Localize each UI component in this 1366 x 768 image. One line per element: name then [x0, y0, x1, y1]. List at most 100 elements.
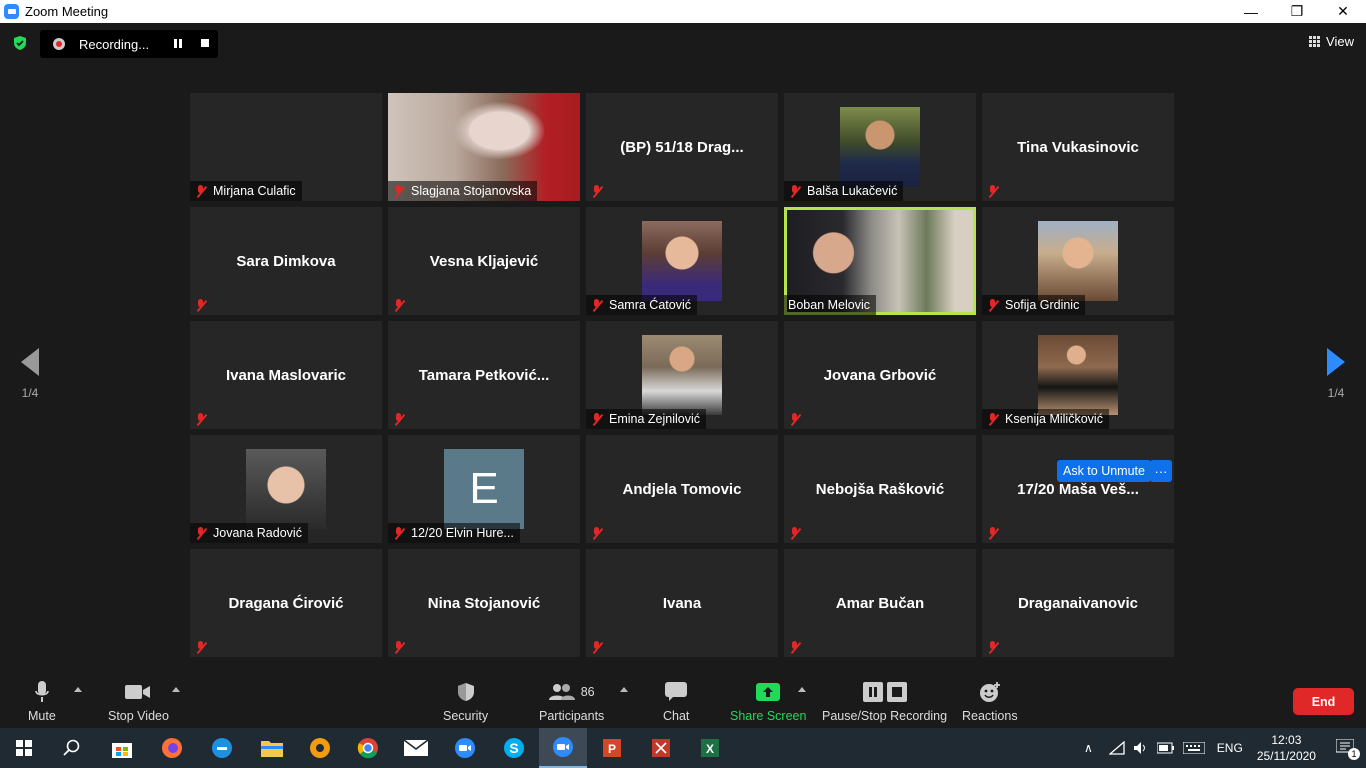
battery-icon[interactable] — [1156, 742, 1175, 754]
notifications-icon[interactable]: 1 — [1335, 738, 1360, 760]
participant-caption: Boban Melovic — [784, 295, 876, 315]
participant-tile[interactable]: Amar Bučan — [784, 549, 976, 657]
muted-microphone-icon — [590, 640, 604, 654]
participant-tile[interactable]: Ivana Maslovaric — [190, 321, 382, 429]
participant-caption: Jovana Radović — [190, 523, 308, 543]
ask-to-unmute-button[interactable]: Ask to Unmute — [1057, 460, 1151, 482]
stop-video-button[interactable]: Stop Video — [108, 681, 169, 723]
stop-recording-icon[interactable] — [201, 39, 209, 47]
participant-tile[interactable]: Boban Melovic — [784, 207, 976, 315]
participant-caption: Emina Zejnilović — [586, 409, 707, 429]
more-options-button[interactable]: ··· — [1150, 460, 1172, 482]
powerpoint-icon[interactable]: P — [588, 728, 636, 768]
share-options-caret[interactable] — [798, 687, 806, 692]
participant-tile[interactable]: Tamara Petković... — [388, 321, 580, 429]
muted-microphone-icon — [392, 526, 406, 540]
participant-caption: 12/20 Elvin Hure... — [388, 523, 520, 543]
participant-tile[interactable]: Andjela Tomovic — [586, 435, 778, 543]
participant-tile[interactable]: Mirjana Culafic — [190, 93, 382, 201]
share-screen-button[interactable]: Share Screen — [730, 681, 806, 723]
audio-options-caret[interactable] — [74, 687, 82, 692]
participant-tile[interactable]: E 12/20 Elvin Hure... — [388, 435, 580, 543]
participant-tile[interactable]: Sara Dimkova — [190, 207, 382, 315]
view-button[interactable]: View — [1309, 34, 1354, 49]
edge-icon[interactable] — [198, 728, 246, 768]
participant-tile[interactable]: Samra Ćatović — [586, 207, 778, 315]
next-page[interactable]: 1/4 — [1321, 348, 1351, 400]
participant-tile[interactable]: Vesna Kljajević — [388, 207, 580, 315]
participant-name: Ksenija Miličković — [1005, 412, 1103, 426]
participant-tile[interactable]: Ksenija Miličković — [982, 321, 1174, 429]
language-indicator[interactable]: ENG — [1217, 741, 1243, 755]
participant-tile[interactable]: 17/20 Maša Veš... — [982, 435, 1174, 543]
participant-name: Samra Ćatović — [609, 298, 691, 312]
participant-tile[interactable]: Tina Vukasinovic — [982, 93, 1174, 201]
maximize-button[interactable]: ❐ — [1274, 0, 1320, 23]
excel-icon[interactable]: X — [686, 728, 734, 768]
participant-tile[interactable]: Emina Zejnilović — [586, 321, 778, 429]
participant-display-name: Tamara Petković... — [418, 367, 550, 384]
participants-options-caret[interactable] — [620, 687, 628, 692]
participant-tile[interactable]: Sofija Grdinic — [982, 207, 1174, 315]
firefox-icon[interactable] — [148, 728, 196, 768]
mail-icon[interactable] — [392, 728, 440, 768]
participant-tile[interactable]: Ivana — [586, 549, 778, 657]
participant-tile[interactable]: Nina Stojanović — [388, 549, 580, 657]
mute-button[interactable]: Mute — [28, 681, 56, 723]
participant-caption — [388, 295, 417, 315]
video-options-caret[interactable] — [172, 687, 180, 692]
muted-microphone-icon — [986, 412, 1000, 426]
participant-tile[interactable]: Dragana Ćirović — [190, 549, 382, 657]
keyboard-icon[interactable] — [1182, 742, 1205, 754]
participant-display-name: Draganaivanovic — [1017, 595, 1139, 612]
title-bar: Zoom Meeting — ❐ ✕ — [0, 0, 1366, 23]
window-title: Zoom Meeting — [25, 4, 109, 19]
windows-start-icon[interactable] — [0, 728, 48, 768]
chrome-icon[interactable] — [344, 728, 392, 768]
search-icon[interactable] — [48, 728, 96, 768]
participant-name: Boban Melovic — [788, 298, 870, 312]
zoom-meeting-taskbar-icon[interactable] — [539, 728, 587, 768]
participant-tile[interactable]: Nebojša Rašković — [784, 435, 976, 543]
encryption-shield-icon[interactable] — [12, 35, 28, 51]
muted-microphone-icon — [194, 640, 208, 654]
previous-page[interactable]: 1/4 — [15, 348, 45, 400]
security-label: Security — [443, 709, 489, 723]
participants-button[interactable]: 86 Participants — [539, 681, 604, 723]
arrow-left-icon[interactable] — [21, 348, 39, 376]
clock[interactable]: 12:03 25/11/2020 — [1257, 732, 1316, 764]
chat-button[interactable]: Chat — [663, 681, 689, 723]
pause-stop-recording-button[interactable]: Pause/Stop Recording — [822, 681, 947, 723]
pdf-reader-icon[interactable] — [637, 728, 685, 768]
muted-microphone-icon — [590, 298, 604, 312]
participant-tile[interactable]: Draganaivanovic — [982, 549, 1174, 657]
close-button[interactable]: ✕ — [1320, 0, 1366, 23]
chat-label: Chat — [663, 709, 690, 723]
file-explorer-icon[interactable] — [248, 728, 296, 768]
end-meeting-button[interactable]: End — [1293, 688, 1354, 715]
arrow-right-icon[interactable] — [1327, 348, 1345, 376]
participant-caption — [784, 409, 813, 429]
network-icon[interactable] — [1108, 741, 1125, 755]
store-icon[interactable] — [98, 728, 146, 768]
zoom-app-icon[interactable] — [441, 728, 489, 768]
minimize-button[interactable]: — — [1228, 0, 1274, 23]
settings-gear-icon[interactable] — [296, 728, 344, 768]
participant-caption — [982, 523, 1011, 543]
participant-tile[interactable]: Balša Lukačević — [784, 93, 976, 201]
participant-display-name: Andjela Tomovic — [622, 481, 742, 498]
participant-tile[interactable]: Jovana Radović — [190, 435, 382, 543]
participant-tile[interactable]: (BP) 51/18 Drag... — [586, 93, 778, 201]
clock-time: 12:03 — [1271, 733, 1302, 747]
participant-caption — [388, 409, 417, 429]
participant-tile[interactable]: Jovana Grbović — [784, 321, 976, 429]
pause-recording-icon[interactable] — [174, 39, 182, 48]
show-hidden-icons-icon[interactable]: ∧ — [1084, 741, 1093, 755]
reactions-button[interactable]: Reactions — [962, 681, 1018, 723]
participant-caption — [190, 637, 219, 657]
skype-icon[interactable]: S — [490, 728, 538, 768]
volume-icon[interactable] — [1133, 741, 1149, 755]
participant-tile[interactable]: Slagjana Stojanovska — [388, 93, 580, 201]
security-button[interactable]: Security — [443, 681, 488, 723]
grid-view-icon — [1309, 36, 1321, 47]
